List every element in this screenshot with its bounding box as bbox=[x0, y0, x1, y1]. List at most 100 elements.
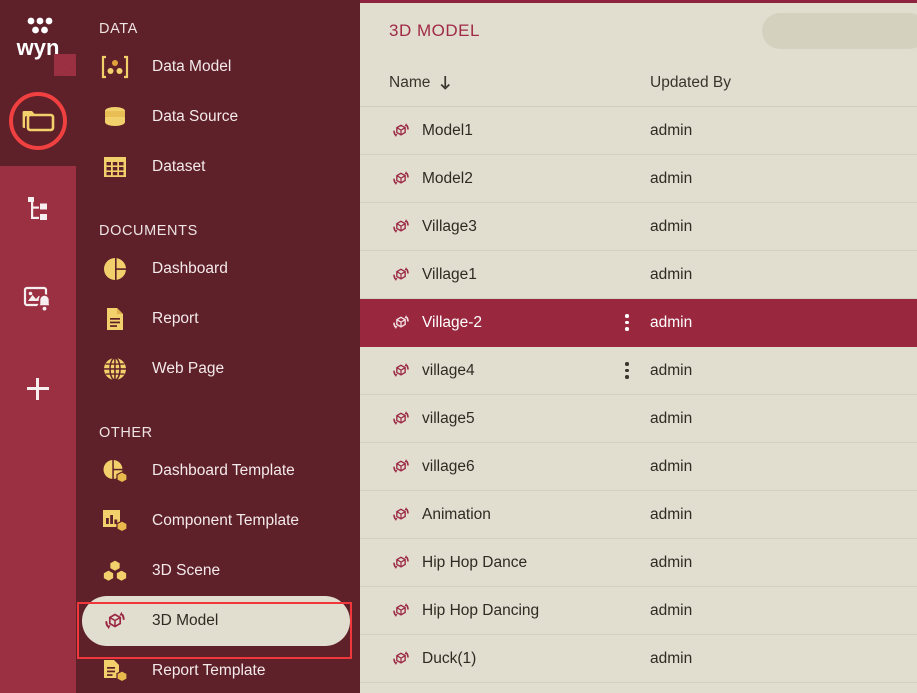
model-name: Village3 bbox=[422, 217, 477, 235]
rail-item-documents-folder[interactable] bbox=[0, 54, 76, 188]
sidebar-item-label: Report bbox=[152, 310, 199, 327]
rail-item-monitoring[interactable] bbox=[0, 256, 76, 346]
pie-chart-icon bbox=[100, 254, 130, 284]
model-name: Animation bbox=[422, 505, 491, 523]
kebab-dot bbox=[625, 314, 629, 318]
model-3d-icon bbox=[389, 215, 413, 239]
model-3d-icon bbox=[389, 551, 413, 575]
sidebar-item-web-page[interactable]: Web Page bbox=[76, 344, 360, 394]
sidebar-item-3d-scene[interactable]: 3D Scene bbox=[76, 546, 360, 596]
rail-item-organization[interactable] bbox=[0, 166, 76, 256]
sidebar-item-label: Data Source bbox=[152, 108, 239, 125]
row-more-menu-icon[interactable] bbox=[618, 312, 636, 334]
folder-icon bbox=[21, 105, 55, 138]
model-name: Model2 bbox=[422, 169, 473, 187]
model-list: Model1 admin Model2 admin Village3 admin… bbox=[360, 107, 917, 683]
pie-template-icon bbox=[100, 456, 130, 486]
kebab-dot bbox=[625, 375, 629, 379]
sidebar-section-title-documents: DOCUMENTS bbox=[99, 223, 198, 239]
model-name: Hip Hop Dancing bbox=[422, 601, 540, 619]
table-row[interactable]: Model2 admin bbox=[360, 155, 917, 203]
sidebar-item-label: Dashboard bbox=[152, 260, 228, 277]
table-column-header: Name Updated By bbox=[360, 59, 917, 107]
sidebar-item-dashboard[interactable]: Dashboard bbox=[76, 244, 360, 294]
table-row[interactable]: Duck(1) admin bbox=[360, 635, 917, 683]
model-updated-by: admin bbox=[650, 601, 693, 619]
model-updated-by: admin bbox=[650, 217, 693, 235]
kebab-dot bbox=[625, 362, 629, 366]
model-updated-by: admin bbox=[650, 649, 693, 667]
model-3d-icon bbox=[389, 455, 413, 479]
icon-rail: wyn bbox=[0, 0, 76, 693]
table-row[interactable]: Model1 admin bbox=[360, 107, 917, 155]
model-3d-icon bbox=[389, 311, 413, 335]
sidebar-item-data-model[interactable]: Data Model bbox=[76, 42, 360, 92]
app-root: wyn DATA Data Model Data Source Dataset … bbox=[0, 0, 917, 693]
database-icon bbox=[100, 102, 130, 132]
table-row[interactable]: Hip Hop Dancing admin bbox=[360, 587, 917, 635]
model-name: Hip Hop Dance bbox=[422, 553, 528, 571]
model-3d-icon bbox=[389, 359, 413, 383]
row-more-menu-icon[interactable] bbox=[618, 360, 636, 382]
table-row[interactable]: village4 admin bbox=[360, 347, 917, 395]
sidebar-item-report[interactable]: Report bbox=[76, 294, 360, 344]
model-updated-by: admin bbox=[650, 265, 693, 283]
model-updated-by: admin bbox=[650, 457, 693, 475]
column-header-updated-by: Updated By bbox=[650, 73, 731, 91]
model-name: village4 bbox=[422, 361, 475, 379]
column-header-name-label: Name bbox=[389, 73, 431, 91]
table-row[interactable]: village5 admin bbox=[360, 395, 917, 443]
sidebar-item-label: 3D Model bbox=[152, 612, 219, 629]
sidebar-item-data-source[interactable]: Data Source bbox=[76, 92, 360, 142]
sidebar-item-label: Component Template bbox=[152, 512, 300, 529]
sidebar-item-dashboard-template[interactable]: Dashboard Template bbox=[76, 446, 360, 496]
model-3d-icon bbox=[389, 263, 413, 287]
sidebar-item-dataset[interactable]: Dataset bbox=[76, 142, 360, 192]
sidebar-item-report-template[interactable]: Report Template bbox=[76, 646, 360, 693]
svg-text:wyn: wyn bbox=[16, 35, 60, 60]
model-3d-icon bbox=[389, 503, 413, 527]
model-3d-icon bbox=[100, 606, 130, 636]
model-updated-by: admin bbox=[650, 409, 693, 427]
model-name: Village-2 bbox=[422, 313, 483, 331]
column-header-name[interactable]: Name bbox=[389, 74, 452, 92]
sidebar-item-label: Web Page bbox=[152, 360, 225, 377]
report-template-icon bbox=[100, 656, 130, 686]
table-row[interactable]: Hip Hop Dance admin bbox=[360, 539, 917, 587]
table-row[interactable]: Animation admin bbox=[360, 491, 917, 539]
globe-icon bbox=[100, 354, 130, 384]
hierarchy-icon bbox=[23, 194, 53, 229]
content-header: 3D MODEL bbox=[360, 3, 917, 59]
model-3d-icon bbox=[389, 119, 413, 143]
model-name: Model1 bbox=[422, 121, 473, 139]
sidebar-item-label: Dataset bbox=[152, 158, 206, 175]
bar-template-icon bbox=[100, 506, 130, 536]
model-name: village5 bbox=[422, 409, 475, 427]
sidebar-item-label: Data Model bbox=[152, 58, 232, 75]
model-name: village6 bbox=[422, 457, 475, 475]
table-row[interactable]: village6 admin bbox=[360, 443, 917, 491]
sidebar-item-3d-model[interactable]: 3D Model bbox=[82, 596, 350, 646]
model-updated-by: admin bbox=[650, 121, 693, 139]
table-row-selected[interactable]: Village-2 admin bbox=[360, 299, 917, 347]
model-updated-by: admin bbox=[650, 553, 693, 571]
page-title: 3D MODEL bbox=[389, 21, 480, 40]
model-3d-icon bbox=[389, 167, 413, 191]
table-row[interactable]: Village3 admin bbox=[360, 203, 917, 251]
cubes-icon bbox=[100, 556, 130, 586]
rail-item-list bbox=[0, 54, 76, 436]
rail-item-create-new[interactable] bbox=[0, 346, 76, 436]
table-row[interactable]: Village1 admin bbox=[360, 251, 917, 299]
search-input[interactable] bbox=[762, 13, 917, 49]
sidebar: DATA Data Model Data Source Dataset DOCU… bbox=[76, 0, 360, 693]
model-3d-icon bbox=[389, 599, 413, 623]
kebab-dot bbox=[625, 320, 629, 325]
model-name: Village1 bbox=[422, 265, 477, 283]
model-updated-by: admin bbox=[650, 313, 693, 331]
sidebar-item-component-template[interactable]: Component Template bbox=[76, 496, 360, 546]
sidebar-item-label: 3D Scene bbox=[152, 562, 221, 579]
model-3d-icon bbox=[389, 407, 413, 431]
kebab-dot bbox=[625, 368, 629, 373]
model-name: Duck(1) bbox=[422, 649, 477, 667]
model-updated-by: admin bbox=[650, 505, 693, 523]
